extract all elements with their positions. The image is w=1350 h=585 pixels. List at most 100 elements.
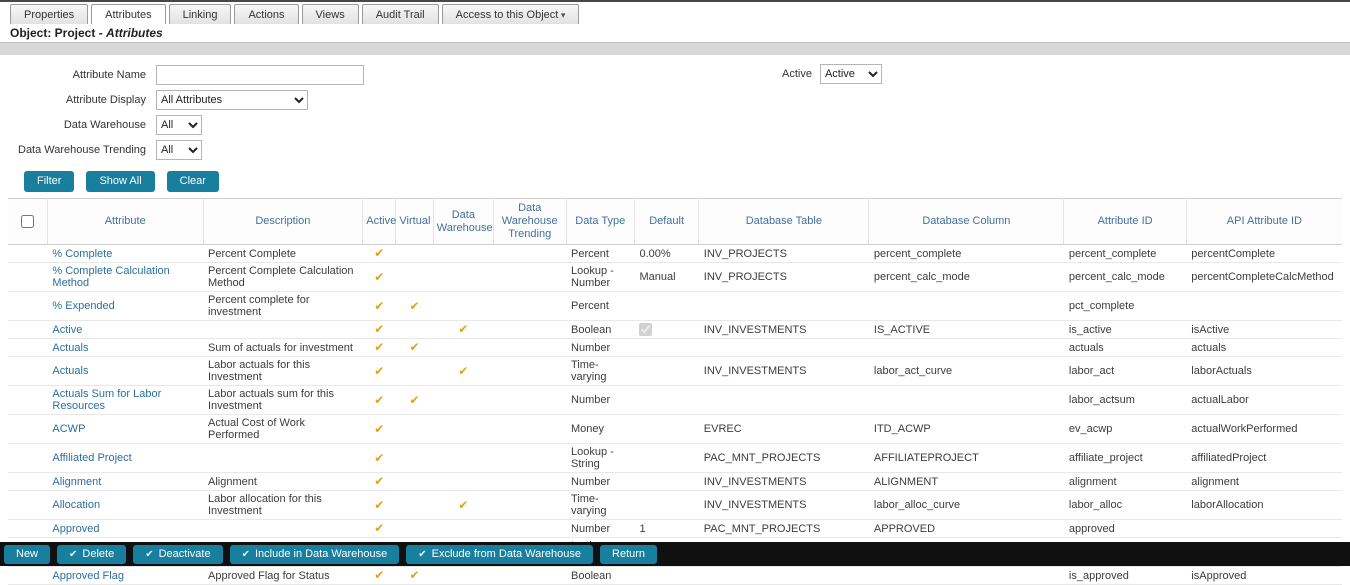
tab-views[interactable]: Views bbox=[302, 4, 359, 24]
data-type-cell: Number bbox=[566, 520, 634, 538]
active-cell: ✔ bbox=[363, 415, 396, 444]
button-check-icon: ✔ bbox=[242, 548, 250, 561]
table-row: ActualsLabor actuals for this Investment… bbox=[8, 357, 1342, 386]
column-header-default[interactable]: Default bbox=[634, 199, 698, 245]
active-check-icon: ✔ bbox=[374, 393, 384, 407]
table-row: % CompletePercent Complete✔Percent0.00%I… bbox=[8, 245, 1342, 263]
filter-buttons: Filter Show All Clear bbox=[0, 165, 1350, 192]
dwh-cell: ✔ bbox=[433, 491, 493, 520]
active-check-icon: ✔ bbox=[374, 270, 384, 284]
description-cell: Percent Complete bbox=[203, 245, 363, 263]
column-header-attribute[interactable]: Attribute bbox=[47, 199, 203, 245]
attribute-link[interactable]: Actuals Sum for Labor Resources bbox=[52, 388, 161, 412]
column-header-active[interactable]: Active bbox=[363, 199, 396, 245]
column-header-data-warehouse[interactable]: Data Warehouse bbox=[433, 199, 493, 245]
attribute-cell: Active bbox=[47, 321, 203, 339]
data-type-cell: Percent bbox=[566, 245, 634, 263]
active-check-icon: ✔ bbox=[374, 322, 384, 336]
active-filter-select[interactable]: Active bbox=[820, 64, 882, 84]
dwh_trending-cell bbox=[493, 567, 566, 585]
database-table-cell: INV_INVESTMENTS bbox=[699, 357, 869, 386]
column-header-virtual[interactable]: Virtual bbox=[396, 199, 433, 245]
api-attribute-id-cell: percentCompleteCalcMethod bbox=[1186, 263, 1342, 292]
button-label: Include in Data Warehouse bbox=[255, 548, 387, 561]
dropdown-caret-icon: ▾ bbox=[558, 10, 565, 20]
attribute-link[interactable]: % Expended bbox=[52, 300, 114, 312]
attribute-display-select[interactable]: All Attributes bbox=[156, 90, 308, 110]
attribute-link[interactable]: Alignment bbox=[52, 476, 101, 488]
column-header-description[interactable]: Description bbox=[203, 199, 363, 245]
select-all-checkbox[interactable] bbox=[21, 215, 34, 228]
show-all-button[interactable]: Show All bbox=[86, 171, 154, 192]
dwh_trending-cell bbox=[493, 321, 566, 339]
tab-audit-trail[interactable]: Audit Trail bbox=[362, 4, 439, 24]
database-column-cell: ITD_ACWP bbox=[869, 415, 1064, 444]
new-button[interactable]: New bbox=[4, 545, 50, 564]
attribute-cell: Approved Flag bbox=[47, 567, 203, 585]
attribute-cell: Affiliated Project bbox=[47, 444, 203, 473]
row-select-cell bbox=[8, 357, 47, 386]
description-cell: Percent complete for investment bbox=[203, 292, 363, 321]
table-row: Actuals Sum for Labor ResourcesLabor act… bbox=[8, 386, 1342, 415]
include-in-data-warehouse-button[interactable]: ✔ Include in Data Warehouse bbox=[230, 545, 400, 564]
virtual-cell: ✔ bbox=[396, 339, 433, 357]
data-warehouse-trending-label: Data Warehouse Trending bbox=[8, 144, 156, 156]
column-header-data-warehouse-trending[interactable]: Data Warehouse Trending bbox=[493, 199, 566, 245]
dwh_trending-cell bbox=[493, 444, 566, 473]
exclude-from-data-warehouse-button[interactable]: ✔Exclude from Data Warehouse bbox=[406, 545, 593, 564]
active-cell: ✔ bbox=[363, 357, 396, 386]
data-type-cell: Lookup - String bbox=[566, 444, 634, 473]
attribute-link[interactable]: % Complete Calculation Method bbox=[52, 265, 169, 289]
column-header-attribute-id[interactable]: Attribute ID bbox=[1064, 199, 1186, 245]
default-cell bbox=[634, 321, 698, 339]
data-type-cell: Lookup - Number bbox=[566, 263, 634, 292]
attribute-link[interactable]: Active bbox=[52, 324, 82, 336]
attribute-link[interactable]: % Complete bbox=[52, 248, 112, 260]
tab-access-to-this-object[interactable]: Access to this Object ▾ bbox=[442, 4, 580, 24]
dwh-cell bbox=[433, 339, 493, 357]
attribute-link[interactable]: Approved bbox=[52, 523, 99, 535]
active-check-icon: ✔ bbox=[374, 568, 384, 582]
virtual-cell: ✔ bbox=[396, 292, 433, 321]
tab-attributes[interactable]: Attributes bbox=[91, 4, 165, 24]
attribute-cell: Allocation bbox=[47, 491, 203, 520]
attribute-link[interactable]: Allocation bbox=[52, 499, 100, 511]
virtual-cell bbox=[396, 415, 433, 444]
table-row: AllocationLabor allocation for this Inve… bbox=[8, 491, 1342, 520]
page-title: Object: Project - Attributes bbox=[0, 24, 1350, 42]
default-cell bbox=[634, 357, 698, 386]
data-warehouse-trending-select[interactable]: All bbox=[156, 140, 202, 160]
clear-button[interactable]: Clear bbox=[167, 171, 219, 192]
attribute-link[interactable]: Approved Flag bbox=[52, 570, 124, 582]
attribute-name-input[interactable] bbox=[156, 65, 364, 85]
data-type-cell: Boolean bbox=[566, 567, 634, 585]
column-header-database-table[interactable]: Database Table bbox=[699, 199, 869, 245]
tab-actions[interactable]: Actions bbox=[234, 4, 298, 24]
deactivate-button[interactable]: ✔Deactivate bbox=[133, 545, 222, 564]
return-button[interactable]: Return bbox=[600, 545, 657, 564]
tab-properties[interactable]: Properties bbox=[10, 4, 88, 24]
api-attribute-id-cell: affiliatedProject bbox=[1186, 444, 1342, 473]
data-type-cell: Boolean bbox=[566, 321, 634, 339]
attribute-link[interactable]: ACWP bbox=[52, 423, 85, 435]
column-header-api-attribute-id[interactable]: API Attribute ID bbox=[1186, 199, 1342, 245]
default-cell bbox=[634, 491, 698, 520]
column-header-database-column[interactable]: Database Column bbox=[869, 199, 1064, 245]
filter-button[interactable]: Filter bbox=[24, 171, 74, 192]
column-header-data-type[interactable]: Data Type bbox=[566, 199, 634, 245]
attribute-link[interactable]: Affiliated Project bbox=[52, 452, 131, 464]
row-select-cell bbox=[8, 321, 47, 339]
attribute-id-cell: percent_calc_mode bbox=[1064, 263, 1186, 292]
row-select-cell bbox=[8, 263, 47, 292]
attribute-link[interactable]: Actuals bbox=[52, 342, 88, 354]
tab-linking[interactable]: Linking bbox=[169, 4, 232, 24]
attribute-cell: Approved bbox=[47, 520, 203, 538]
button-check-icon: ✔ bbox=[69, 548, 77, 561]
attribute-link[interactable]: Actuals bbox=[52, 365, 88, 377]
dwh_trending-cell bbox=[493, 473, 566, 491]
active-check-icon: ✔ bbox=[374, 340, 384, 354]
delete-button[interactable]: ✔Delete bbox=[57, 545, 126, 564]
database-table-cell bbox=[699, 386, 869, 415]
data-warehouse-check-icon: ✔ bbox=[458, 498, 468, 512]
data-warehouse-select[interactable]: All bbox=[156, 115, 202, 135]
